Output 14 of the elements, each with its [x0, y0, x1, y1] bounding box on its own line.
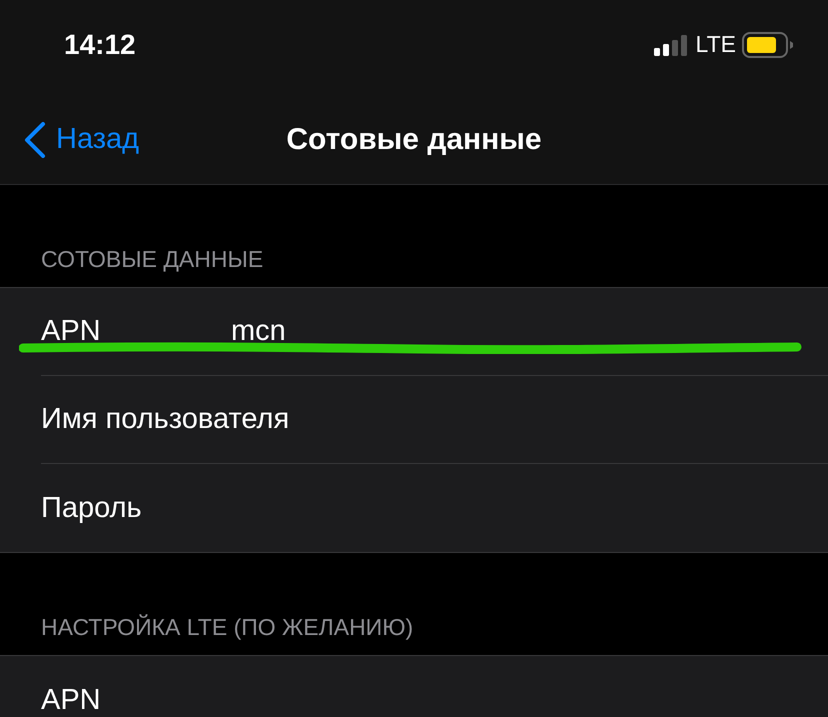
- row-label: Пароль: [41, 492, 143, 524]
- chevron-left-icon: [24, 122, 46, 158]
- back-button[interactable]: Назад: [24, 122, 140, 158]
- section-header: СОТОВЫЕ ДАННЫЕ: [41, 246, 264, 273]
- row-label: APN: [41, 684, 102, 716]
- section-header: НАСТРОЙКА LTE (ПО ЖЕЛАНИЮ): [41, 614, 414, 641]
- row-label: Имя пользователя: [41, 403, 290, 436]
- apn-field[interactable]: mcn: [231, 315, 431, 348]
- page-title: Сотовые данные: [286, 122, 542, 156]
- battery-icon: [742, 32, 794, 58]
- clock-time: 14:12: [64, 28, 136, 60]
- network-type: LTE: [696, 31, 736, 58]
- row-label: APN: [41, 315, 102, 348]
- signal-icon: [654, 34, 690, 56]
